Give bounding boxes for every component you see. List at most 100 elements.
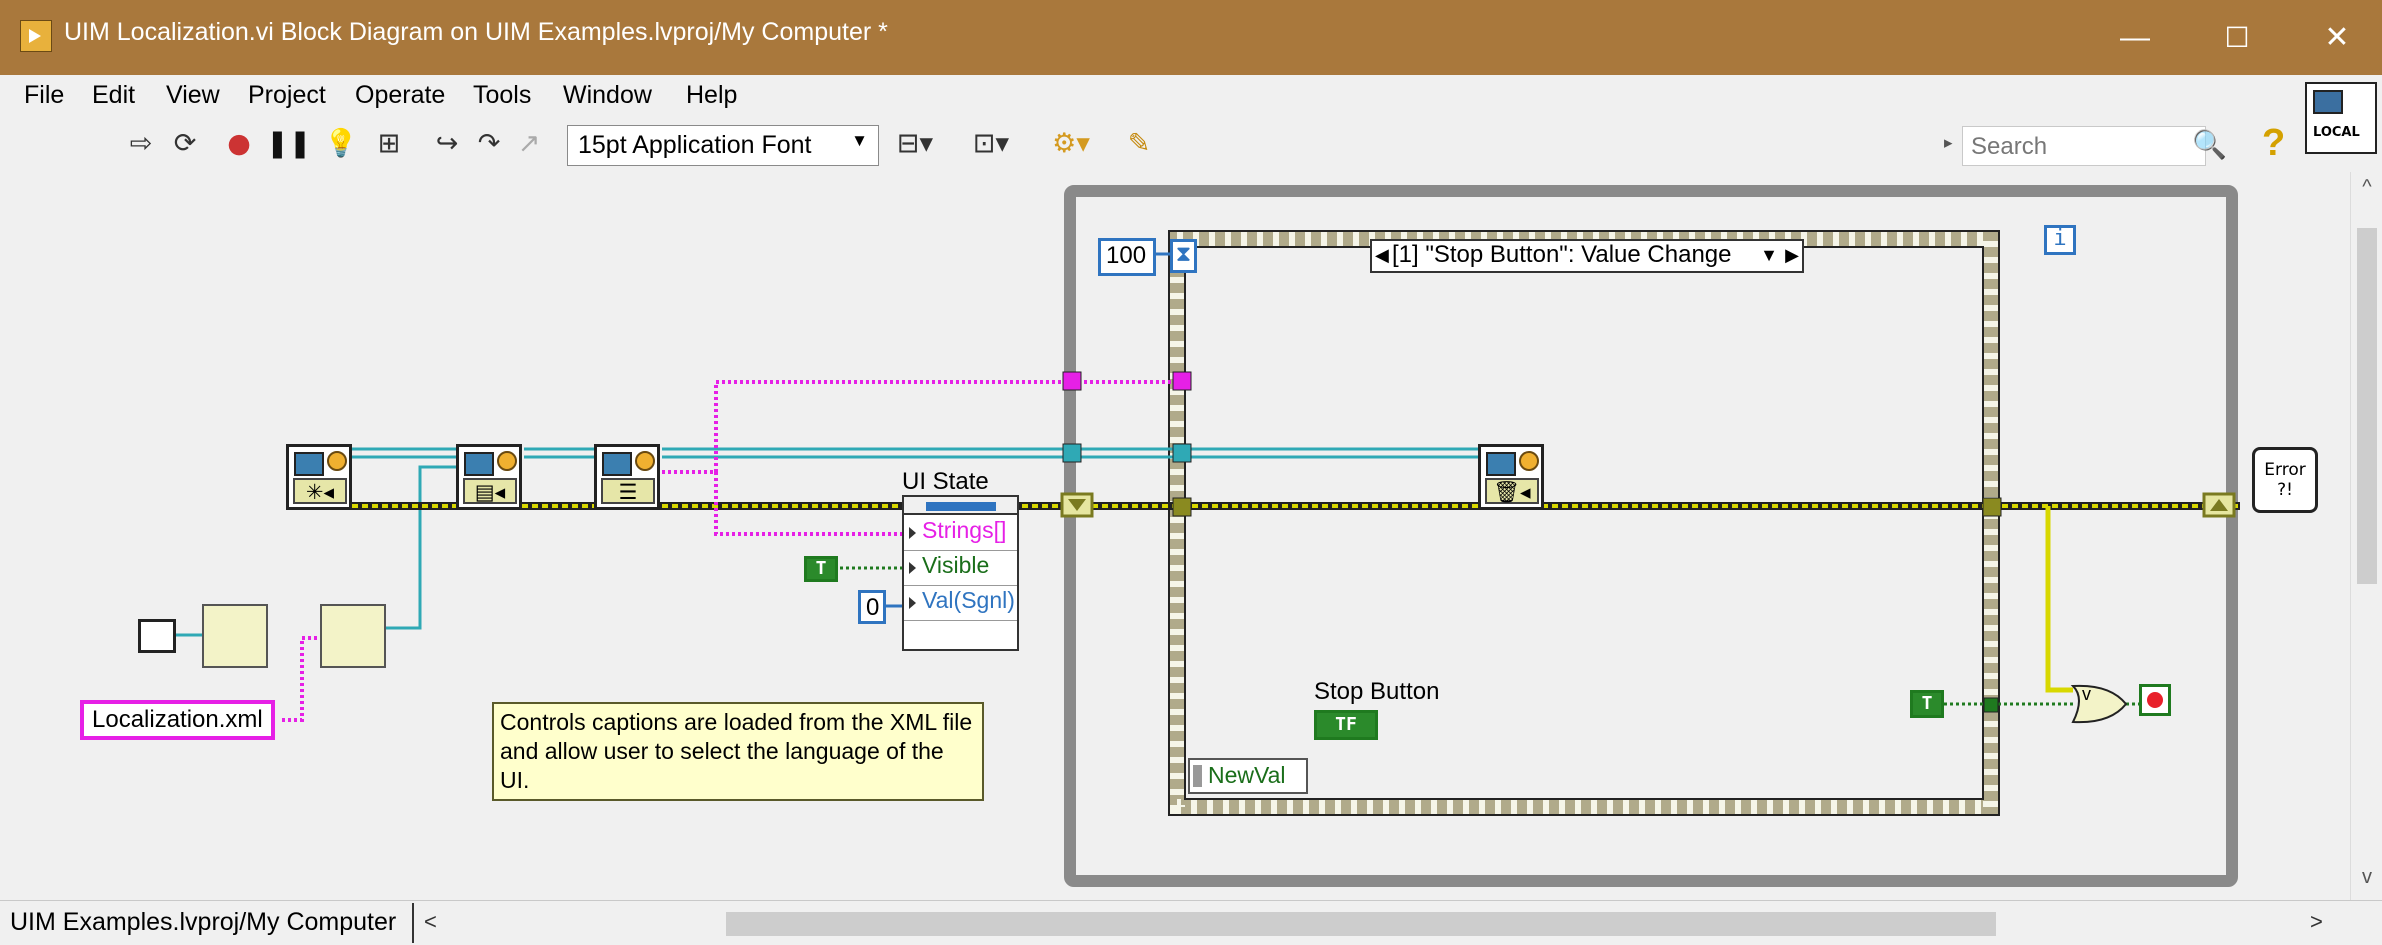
vertical-scroll-thumb[interactable] [2357, 228, 2377, 584]
ui-state-label: UI State [902, 468, 989, 495]
boolean-tunnel [1983, 697, 1999, 713]
menu-project[interactable]: Project [248, 81, 326, 110]
iteration-terminal[interactable]: i [2044, 225, 2076, 255]
chevron-down-icon[interactable]: ▼ [1760, 241, 1778, 269]
search-input[interactable]: Search [1962, 126, 2206, 166]
font-select[interactable]: 15pt Application Font ▼ [567, 125, 879, 166]
string-wire [282, 380, 1180, 722]
retain-wire-values-icon[interactable]: ⊞ [372, 127, 406, 161]
menu-bar: File Edit View Project Operate Tools Win… [0, 75, 2300, 118]
stop-button-label: Stop Button [1314, 678, 1440, 705]
uim-list-vi-node[interactable]: ☰ [594, 444, 660, 510]
vi-icon-badge[interactable]: LOCAL [2305, 82, 2377, 154]
scroll-left-icon[interactable]: < [424, 909, 437, 935]
font-select-value: 15pt Application Font [578, 131, 812, 159]
event-structure-hatch [1169, 231, 1999, 815]
scroll-down-icon[interactable]: v [2355, 866, 2379, 889]
window-title: UIM Localization.vi Block Diagram on UIM… [64, 18, 888, 46]
build-path-node-1[interactable] [202, 604, 268, 668]
ui-state-bundle-node[interactable]: Strings[] Visible Val(Sgnl) [902, 495, 1019, 651]
hourglass-icon: ⧗ [1170, 239, 1197, 273]
align-objects-icon[interactable]: ⊟▾ [890, 127, 940, 161]
run-arrow-icon[interactable]: ⇨ [124, 127, 158, 161]
user-icon [1519, 451, 1539, 471]
true-constant-inner[interactable]: T [1910, 690, 1944, 718]
step-over-icon[interactable]: ↷ [472, 127, 506, 161]
status-bar: UIM Examples.lvproj/My Computer < > [0, 900, 2382, 945]
bundle-header [904, 497, 1017, 515]
abort-icon[interactable]: ● [222, 127, 256, 161]
monitor-icon [464, 452, 494, 476]
minimize-button[interactable]: — [2090, 0, 2180, 75]
labview-vi-icon[interactable] [20, 20, 52, 52]
highlight-execution-icon[interactable]: 💡 [324, 127, 358, 161]
stop-button-terminal[interactable]: TF [1314, 710, 1378, 740]
monitor-icon [294, 452, 324, 476]
or-gate-label: v [2082, 684, 2091, 704]
search-icon[interactable]: 🔍 [2192, 128, 2228, 164]
menu-window[interactable]: Window [563, 81, 652, 110]
status-divider [412, 903, 414, 943]
maximize-button[interactable]: ☐ [2192, 0, 2282, 75]
block-diagram-canvas[interactable]: ✳◂ ▤◂ ☰ 🗑◂ Localization.xml UI State Str… [0, 172, 2350, 900]
title-bar: UIM Localization.vi Block Diagram on UIM… [0, 0, 2382, 75]
element-visible[interactable]: Visible [904, 552, 1017, 586]
error-node-label: Error ?! [2264, 460, 2306, 500]
menu-edit[interactable]: Edit [92, 81, 135, 110]
error-status-wire [2045, 506, 2073, 693]
help-icon[interactable]: ? [2262, 122, 2292, 166]
event-case-label: [1] "Stop Button": Value Change [1392, 241, 1732, 268]
menu-operate[interactable]: Operate [355, 81, 445, 110]
localization-file-constant[interactable]: Localization.xml [80, 700, 275, 740]
true-constant[interactable]: T [804, 556, 838, 582]
step-out-icon[interactable]: ↗ [512, 127, 546, 161]
loop-condition-terminal[interactable] [2139, 684, 2171, 716]
list-glyph: ☰ [601, 478, 655, 504]
user-icon [327, 451, 347, 471]
uim-load-vi-node[interactable]: ▤◂ [456, 444, 522, 510]
scroll-up-icon[interactable]: ^ [2355, 176, 2379, 199]
distribute-objects-icon[interactable]: ⊡▾ [966, 127, 1016, 161]
scroll-right-icon[interactable]: > [2310, 909, 2323, 935]
step-into-icon[interactable]: ↪ [430, 127, 464, 161]
user-icon [497, 451, 517, 471]
init-glyph: ✳◂ [293, 478, 347, 504]
boolean-wire [840, 566, 2139, 706]
load-glyph: ▤◂ [463, 478, 517, 504]
vi-icon-badge-label: LOCAL [2313, 125, 2360, 140]
close-button[interactable]: ✕ [2292, 0, 2382, 75]
reorder-icon[interactable]: ⚙▾ [1046, 127, 1096, 161]
element-strings[interactable]: Strings[] [904, 517, 1017, 551]
element-val-sgnl[interactable]: Val(Sgnl) [904, 587, 1017, 621]
menu-help[interactable]: Help [686, 81, 737, 110]
chevron-right-icon[interactable]: ▶ [1785, 241, 1799, 269]
menu-tools[interactable]: Tools [473, 81, 531, 110]
chevron-left-icon[interactable]: ◀ [1375, 241, 1389, 269]
uim-destroy-vi-node[interactable]: 🗑◂ [1478, 444, 1544, 510]
build-path-node-2[interactable] [320, 604, 386, 668]
chevron-down-icon: ▼ [851, 131, 868, 150]
application-directory-node[interactable] [138, 619, 176, 653]
event-case-selector[interactable]: ◀ [1] "Stop Button": Value Change ▼ ▶ [1370, 239, 1804, 273]
comment-note[interactable]: Controls captions are loaded from the XM… [492, 702, 984, 801]
search-expand-icon[interactable]: ▸ [1944, 133, 1953, 153]
wire-layer [176, 185, 2240, 887]
zero-constant[interactable]: 0 [858, 590, 886, 624]
pause-icon[interactable]: ❚❚ [266, 127, 311, 161]
error-tunnel [1172, 497, 1192, 517]
clean-up-diagram-icon[interactable]: ✎ [1122, 127, 1156, 161]
monitor-icon [2313, 90, 2343, 114]
simple-error-handler-node[interactable]: Error ?! [2252, 447, 2318, 513]
menu-view[interactable]: View [166, 81, 220, 110]
menu-file[interactable]: File [24, 81, 64, 110]
string-tunnel [1062, 371, 1082, 391]
horizontal-scroll-thumb[interactable] [726, 912, 1996, 936]
run-continuously-icon[interactable]: ⟳ [168, 127, 202, 161]
event-data-node[interactable]: NewVal [1188, 758, 1308, 794]
timeout-constant[interactable]: 100 [1098, 238, 1156, 276]
vertical-scrollbar[interactable]: ^ v [2350, 172, 2382, 900]
event-structure-frame [1169, 231, 1999, 815]
uim-init-vi-node[interactable]: ✳◂ [286, 444, 352, 510]
project-path[interactable]: UIM Examples.lvproj/My Computer [10, 908, 396, 937]
reference-tunnel [1062, 443, 1082, 463]
